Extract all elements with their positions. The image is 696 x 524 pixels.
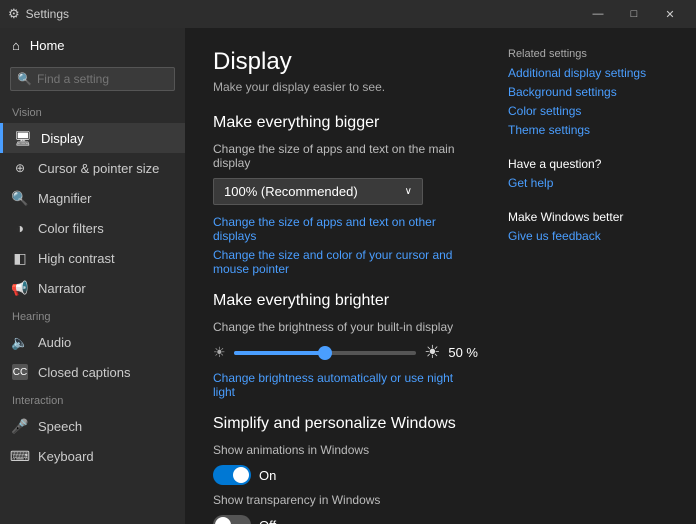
keyboard-icon: ⌨ [12,448,28,464]
page-title: Display [213,48,478,76]
sidebar-colorfilters-label: Color filters [38,221,104,236]
related-additional-display[interactable]: Additional display settings [508,66,668,80]
sidebar-item-audio[interactable]: 🔈 Audio [0,327,185,357]
sidebar-item-keyboard[interactable]: ⌨ Keyboard [0,441,185,471]
transparency-toggle-label: Off [259,518,276,524]
feedback-section: Make Windows better Give us feedback [508,210,668,243]
sidebar-item-colorfilters[interactable]: ◑ Color filters [0,213,185,243]
transparency-toggle-row: Off [213,515,478,524]
page-subtitle: Make your display easier to see. [213,80,478,94]
sidebar-item-magnifier[interactable]: 🔍 Magnifier [0,183,185,213]
animations-toggle-row: On [213,465,478,485]
sidebar-narrator-label: Narrator [38,281,86,296]
sidebar-item-captions[interactable]: CC Closed captions [0,357,185,387]
related-background[interactable]: Background settings [508,85,668,99]
sidebar-keyboard-label: Keyboard [38,449,94,464]
sun-low-icon: ☀ [213,344,226,361]
speech-icon: 🎤 [12,418,28,434]
nightlight-link[interactable]: Change brightness automatically or use n… [213,371,478,399]
maximize-button[interactable]: □ [616,0,652,28]
narrator-icon: 📢 [12,280,28,296]
sidebar: ⌂ Home 🔍 Vision 🖥 Display ⊕ Cursor & poi… [0,28,185,524]
slider-thumb [318,346,332,360]
minimize-button[interactable]: — [580,0,616,28]
related-title: Related settings [508,48,668,60]
animations-toggle-label: On [259,468,276,483]
sidebar-item-cursor[interactable]: ⊕ Cursor & pointer size [0,153,185,183]
cursor-icon: ⊕ [12,160,28,176]
content-area: Display Make your display easier to see.… [185,28,696,524]
search-box[interactable]: 🔍 [10,67,175,91]
cursor-size-link[interactable]: Change the size and color of your cursor… [213,248,478,276]
home-icon: ⌂ [12,38,20,53]
captions-icon: CC [12,364,28,380]
sidebar-speech-label: Speech [38,419,82,434]
section-bigger-title: Make everything bigger [213,114,478,132]
related-theme[interactable]: Theme settings [508,123,668,137]
sidebar-display-label: Display [41,131,84,146]
related-settings-panel: Related settings Additional display sett… [508,48,668,524]
search-icon: 🔍 [17,72,32,86]
bigger-setting-label: Change the size of apps and text on the … [213,142,478,170]
transparency-label: Show transparency in Windows [213,493,478,507]
sidebar-captions-label: Closed captions [38,365,131,380]
section-simplify-title: Simplify and personalize Windows [213,415,478,433]
audio-icon: 🔈 [12,334,28,350]
feedback-title: Make Windows better [508,210,668,224]
app-container: ⌂ Home 🔍 Vision 🖥 Display ⊕ Cursor & poi… [0,28,696,524]
brighter-setting-label: Change the brightness of your built-in d… [213,320,478,334]
highcontrast-icon: ◧ [12,250,28,266]
feedback-link[interactable]: Give us feedback [508,229,668,243]
sidebar-cursor-label: Cursor & pointer size [38,161,159,176]
size-dropdown-chevron: ∨ [405,186,412,197]
section-brighter-title: Make everything brighter [213,292,478,310]
titlebar-left: ⚙ Settings [8,6,69,22]
sidebar-item-display[interactable]: 🖥 Display [0,123,185,153]
sidebar-audio-label: Audio [38,335,71,350]
question-section: Have a question? Get help [508,157,668,190]
sidebar-highcontrast-label: High contrast [38,251,115,266]
titlebar-title: Settings [26,7,69,21]
content-inner: Display Make your display easier to see.… [213,48,668,524]
sidebar-item-highcontrast[interactable]: ◧ High contrast [0,243,185,273]
animations-toggle[interactable] [213,465,251,485]
sidebar-item-speech[interactable]: 🎤 Speech [0,411,185,441]
home-label: Home [30,38,65,53]
close-button[interactable]: ✕ [652,0,688,28]
titlebar: ⚙ Settings — □ ✕ [0,0,696,28]
content-main: Display Make your display easier to see.… [213,48,478,524]
section-vision-label: Vision [0,99,185,123]
sidebar-magnifier-label: Magnifier [38,191,91,206]
settings-icon: ⚙ [8,6,20,22]
transparency-toggle[interactable] [213,515,251,524]
sun-high-icon: ☀ [424,342,440,363]
slider-fill [234,351,325,355]
brightness-row: ☀ ☀ 50 % [213,342,478,363]
transparency-toggle-knob [215,517,231,524]
question-title: Have a question? [508,157,668,171]
display-icon: 🖥 [15,130,31,146]
related-links-section: Related settings Additional display sett… [508,48,668,137]
section-interaction-label: Interaction [0,387,185,411]
search-input[interactable] [37,72,168,86]
animations-label: Show animations in Windows [213,443,478,457]
sidebar-home[interactable]: ⌂ Home [0,28,185,63]
size-dropdown-value: 100% (Recommended) [224,184,358,199]
brightness-slider[interactable] [234,351,417,355]
titlebar-controls: — □ ✕ [580,0,688,28]
animations-toggle-knob [233,467,249,483]
related-color[interactable]: Color settings [508,104,668,118]
size-dropdown[interactable]: 100% (Recommended) ∨ [213,178,423,205]
get-help-link[interactable]: Get help [508,176,668,190]
magnifier-icon: 🔍 [12,190,28,206]
other-displays-link[interactable]: Change the size of apps and text on othe… [213,215,478,243]
section-hearing-label: Hearing [0,303,185,327]
sidebar-item-narrator[interactable]: 📢 Narrator [0,273,185,303]
brightness-percent: 50 % [448,345,478,360]
colorfilters-icon: ◑ [12,220,28,236]
